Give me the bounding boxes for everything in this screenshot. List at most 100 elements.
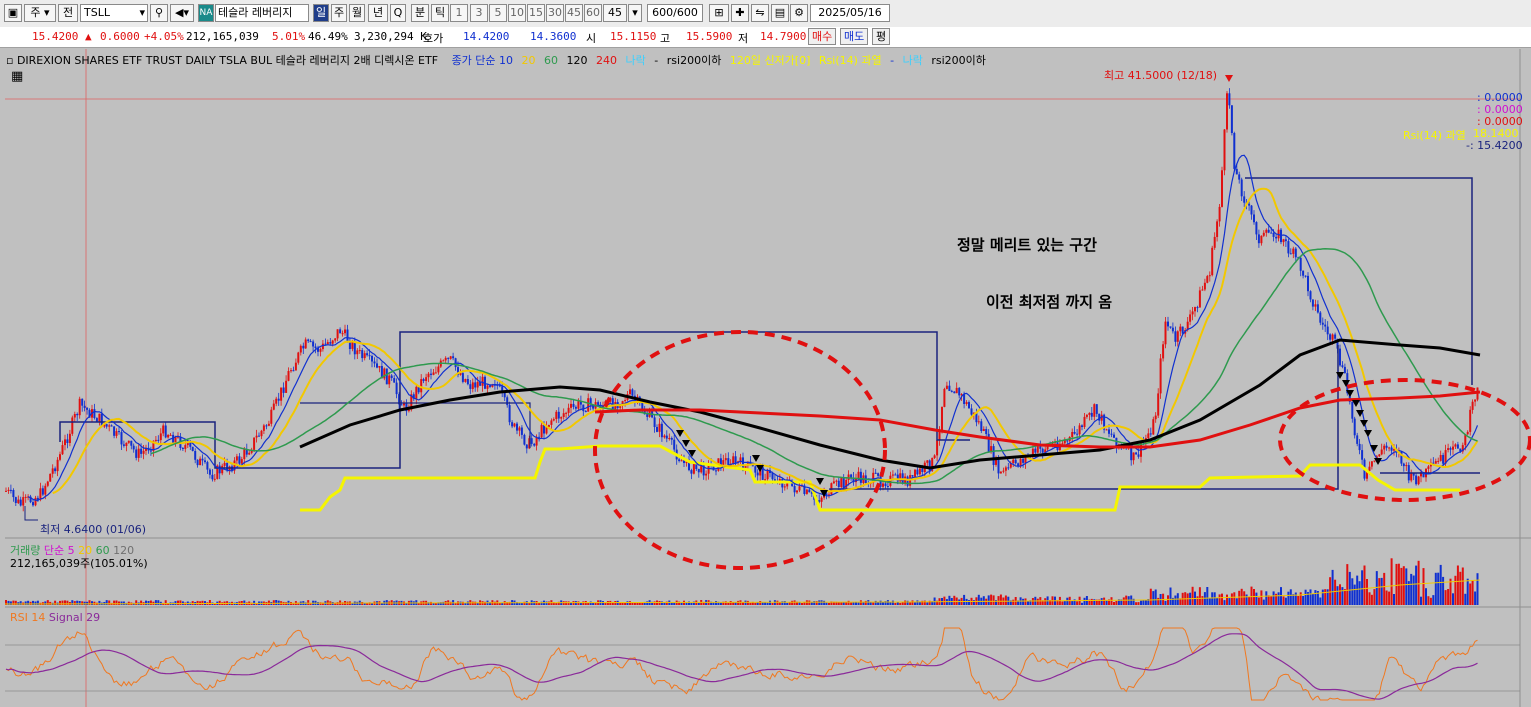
volume-bar <box>545 601 548 605</box>
search-button[interactable]: ⚲ <box>150 4 168 22</box>
volume-bar <box>59 600 61 605</box>
volume-bar <box>1110 597 1113 605</box>
interval-button-60[interactable]: 60 <box>584 4 602 22</box>
candle-body <box>1368 466 1371 471</box>
candle-body <box>525 444 528 449</box>
symbol-input[interactable]: TSLL ▾ <box>80 4 148 22</box>
candle-body <box>562 413 565 417</box>
market-select[interactable]: 주 ▾ <box>24 4 56 22</box>
candle-body <box>724 458 727 461</box>
interval-button-10[interactable]: 10 <box>508 4 526 22</box>
volume-bar <box>1292 594 1295 605</box>
candle-body <box>582 404 585 412</box>
interval-button-5[interactable]: 5 <box>489 4 507 22</box>
interval-select[interactable]: 45 <box>603 4 627 22</box>
window-icon[interactable]: ▣ <box>4 4 22 22</box>
volume-bar <box>24 601 27 605</box>
compare-button[interactable]: ⇋ <box>751 4 769 22</box>
save-icon: ▤ <box>774 6 786 19</box>
candle-body <box>110 425 113 427</box>
date-input[interactable]: 2025/05/16 <box>810 4 890 22</box>
volume-bar <box>1437 572 1440 605</box>
chart-area[interactable] <box>5 49 1531 707</box>
candle-body <box>1041 448 1044 453</box>
settings-button[interactable]: ⚙ <box>790 4 808 22</box>
volume-bar <box>1343 589 1346 605</box>
volume-bar <box>147 601 150 605</box>
candle-body <box>388 375 391 385</box>
period-tab-4[interactable]: Q <box>390 4 406 22</box>
candle-body <box>425 377 428 381</box>
period-tab-3[interactable]: 년 <box>368 4 388 22</box>
candle-body <box>312 341 315 347</box>
volume-bar <box>1476 573 1479 605</box>
volume-bar <box>660 601 663 605</box>
candle-body <box>125 442 128 446</box>
period-tab-6[interactable]: 틱 <box>431 4 449 22</box>
candle-body <box>339 329 342 334</box>
rsi-signal-label: Signal 29 <box>48 611 101 624</box>
candle-body <box>1439 455 1442 461</box>
candle-body <box>1405 465 1408 467</box>
chevron-down-icon[interactable]: ▾ <box>139 5 145 21</box>
candle-body <box>1469 409 1472 432</box>
volume-bar <box>766 602 769 605</box>
candle-body <box>1343 366 1346 374</box>
interval-button-45[interactable]: 45 <box>565 4 583 22</box>
view-select[interactable]: 전 <box>58 4 78 22</box>
volume-bar <box>1373 589 1376 605</box>
candle-body <box>54 468 57 472</box>
candle-body <box>1228 93 1231 106</box>
table-icon[interactable]: ▦ <box>11 69 23 84</box>
volume-bar <box>461 601 464 605</box>
interval-button-30[interactable]: 30 <box>546 4 564 22</box>
sell-button[interactable]: 매도 <box>840 28 869 45</box>
candle-body <box>1388 447 1391 449</box>
zoom-button[interactable]: ⊞ <box>709 4 729 22</box>
interval-dropdown[interactable]: ▾ <box>628 4 642 22</box>
volume-bar <box>1024 598 1027 605</box>
volume-bar <box>1358 581 1361 605</box>
candle-body <box>218 465 221 474</box>
volume-bar <box>904 600 907 605</box>
volume-bar <box>977 594 980 605</box>
candle-body <box>921 468 924 472</box>
volume-bar <box>1284 597 1287 605</box>
period-tab-2[interactable]: 월 <box>349 4 365 22</box>
candle-body <box>1036 446 1039 453</box>
count-input[interactable]: 600/600 <box>647 4 703 22</box>
volume-bar <box>73 601 76 605</box>
period-tab-1[interactable]: 주 <box>331 4 347 22</box>
volume-bar <box>1090 598 1093 605</box>
flat-button[interactable]: 평 <box>872 28 891 45</box>
volume-bar <box>113 600 116 605</box>
volume-bar <box>1378 578 1381 605</box>
candle-body <box>574 406 577 409</box>
candle-body <box>105 424 108 427</box>
volume-bar <box>1044 598 1047 605</box>
interval-button-3[interactable]: 3 <box>470 4 488 22</box>
candle-body <box>1353 418 1356 436</box>
candle-body <box>189 442 192 447</box>
period-tab-0[interactable]: 일 <box>313 4 329 22</box>
candle-body <box>78 398 81 416</box>
amount-value: 3,230,294 K <box>354 30 427 43</box>
volume-bar <box>1397 563 1400 605</box>
save-button[interactable]: ▤ <box>771 4 789 22</box>
candle-body <box>73 414 76 418</box>
candle-body <box>430 373 432 375</box>
legend-dash2: - <box>890 54 895 67</box>
candle-body <box>83 405 86 408</box>
candle-body <box>1216 221 1219 237</box>
candle-body <box>668 438 671 439</box>
interval-button-1[interactable]: 1 <box>450 4 468 22</box>
high-price: 15.5900 <box>686 30 733 43</box>
crosshair-button[interactable]: ✚ <box>731 4 749 22</box>
candle-body <box>771 473 774 480</box>
interval-button-15[interactable]: 15 <box>527 4 545 22</box>
candle-body <box>98 413 101 423</box>
volume-bar <box>1157 597 1160 605</box>
buy-button[interactable]: 매수 <box>808 28 837 45</box>
period-tab-5[interactable]: 분 <box>411 4 429 22</box>
speaker-button[interactable]: ◀▾ <box>170 4 194 22</box>
